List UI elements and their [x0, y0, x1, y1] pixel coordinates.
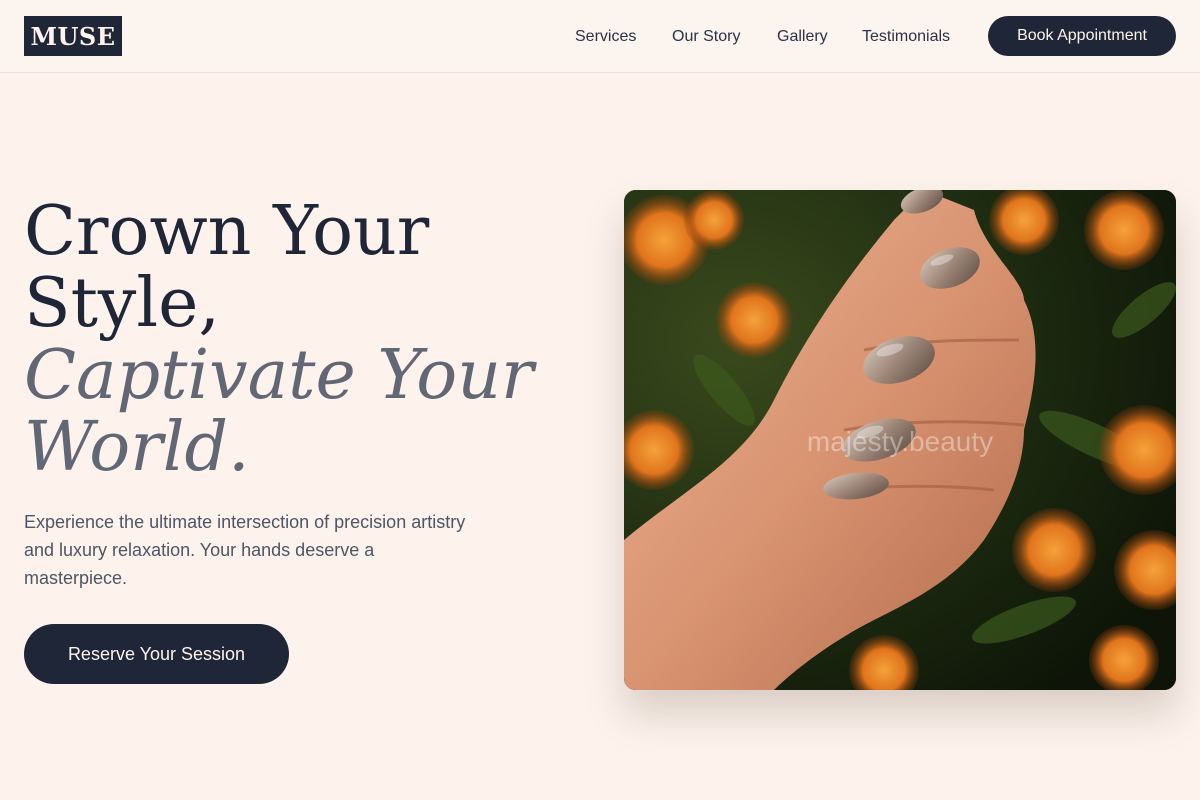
hero-title-line-2: Style,	[24, 264, 220, 343]
hero-description: Experience the ultimate intersection of …	[24, 512, 466, 588]
site-header: MUSE Services Our Story Gallery Testimon…	[0, 0, 1200, 73]
book-appointment-button[interactable]: Book Appointment	[988, 16, 1176, 56]
hero-title-italic-line-1: Captivate Your	[24, 336, 534, 415]
nav-link-testimonials[interactable]: Testimonials	[862, 28, 950, 46]
brand-logo[interactable]: MUSE	[24, 16, 122, 56]
hero-title: Crown Your Style, Captivate Your World.	[24, 196, 584, 484]
hero-title-italic-line-2: World.	[24, 408, 250, 487]
image-watermark: majesty.beauty	[806, 426, 994, 457]
reserve-session-button[interactable]: Reserve Your Session	[24, 624, 289, 684]
nav-link-services[interactable]: Services	[575, 28, 636, 46]
nav-link-gallery[interactable]: Gallery	[777, 28, 828, 46]
hero-title-line-1: Crown Your	[24, 192, 430, 271]
nav-link-our-story[interactable]: Our Story	[672, 28, 740, 46]
hero-image: majesty.beauty	[624, 190, 1176, 690]
